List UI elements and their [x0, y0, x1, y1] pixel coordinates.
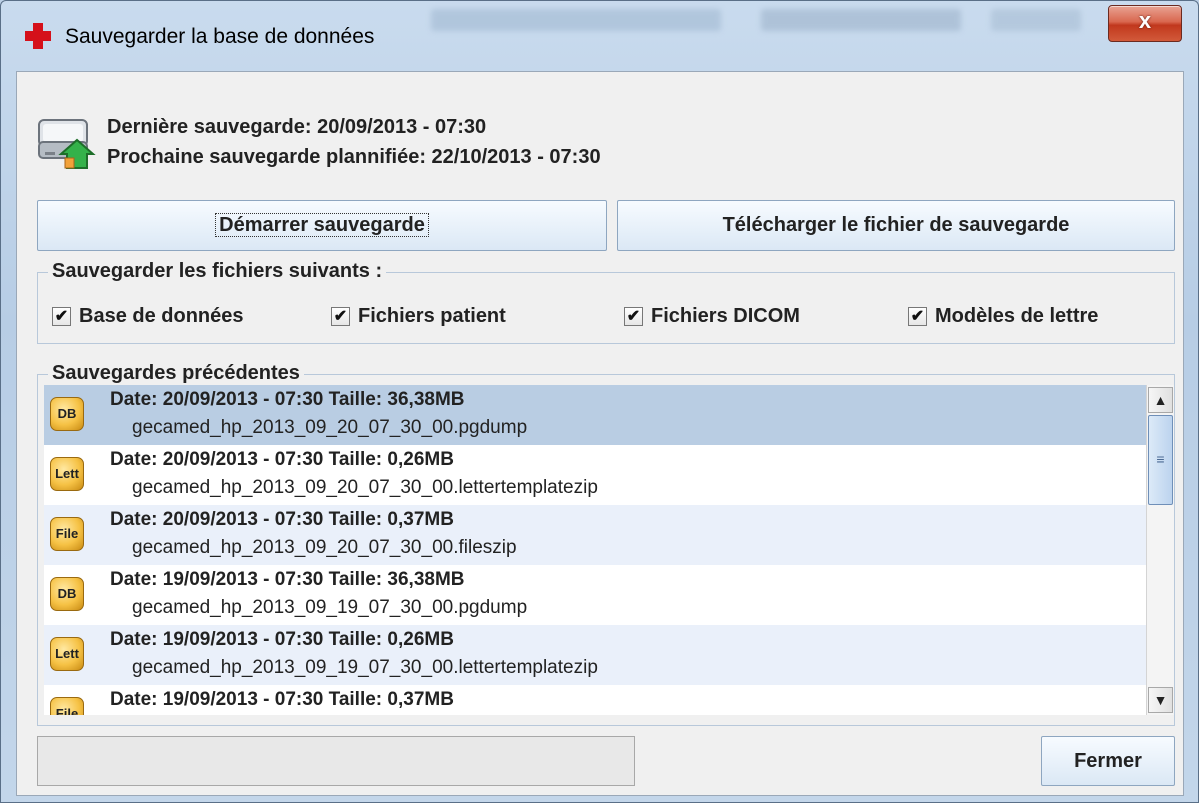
close-button-label: Fermer: [1074, 750, 1142, 772]
checkbox-patient-files[interactable]: ✔ Fichiers patient: [331, 305, 506, 328]
backup-dialog: Sauvegarder la base de données x Dernièr…: [0, 0, 1199, 803]
backup-filename: gecamed_hp_2013_09_20_07_30_00.lettertem…: [132, 477, 598, 498]
list-item[interactable]: Lett Date: 19/09/2013 - 07:30 Taille: 0,…: [44, 625, 1152, 685]
backup-filename: gecamed_hp_2013_09_20_07_30_00.pgdump: [132, 417, 528, 438]
previous-backups-group: Sauvegardes précédentes DB Date: 20/09/2…: [37, 362, 1175, 726]
dialog-content: Dernière sauvegarde: 20/09/2013 - 07:30 …: [16, 71, 1184, 796]
scroll-up-arrow-icon[interactable]: ▲: [1148, 387, 1173, 413]
db-file-icon: DB: [50, 397, 84, 431]
backup-date-size: Date: 20/09/2013 - 07:30 Taille: 0,26MB: [110, 449, 454, 470]
download-backup-label: Télécharger le fichier de sauvegarde: [722, 214, 1070, 236]
check-icon: ✔: [52, 307, 71, 326]
backup-date-size: Date: 20/09/2013 - 07:30 Taille: 36,38MB: [110, 389, 465, 410]
db-file-icon: DB: [50, 577, 84, 611]
start-backup-label: Démarrer sauvegarde: [215, 213, 429, 237]
checkbox-patient-files-label: Fichiers patient: [358, 305, 506, 327]
app-cross-icon: [25, 23, 51, 49]
checkbox-database-label: Base de données: [79, 305, 244, 327]
download-backup-button[interactable]: Télécharger le fichier de sauvegarde: [617, 200, 1175, 251]
backup-date-size: Date: 19/09/2013 - 07:30 Taille: 36,38MB: [110, 569, 465, 590]
last-backup-text: Dernière sauvegarde: 20/09/2013 - 07:30: [107, 116, 487, 138]
start-backup-button[interactable]: Démarrer sauvegarde: [37, 200, 607, 251]
files-archive-icon: File: [50, 517, 84, 551]
list-scrollbar[interactable]: ▲ ≡ ▼: [1146, 385, 1174, 715]
backup-drive-icon: [38, 119, 96, 169]
list-item[interactable]: Lett Date: 20/09/2013 - 07:30 Taille: 0,…: [44, 445, 1152, 505]
list-item[interactable]: File Date: 19/09/2013 - 07:30 Taille: 0,…: [44, 685, 1152, 715]
backup-filename: gecamed_hp_2013_09_20_07_30_00.fileszip: [132, 537, 517, 558]
files-group-legend: Sauvegarder les fichiers suivants :: [48, 260, 387, 283]
letter-file-icon: Lett: [50, 637, 84, 671]
checkbox-dicom-files[interactable]: ✔ Fichiers DICOM: [624, 305, 800, 328]
backup-filename: gecamed_hp_2013_09_19_07_30_00.pgdump: [132, 597, 528, 618]
check-icon: ✔: [331, 307, 350, 326]
backup-date-size: Date: 19/09/2013 - 07:30 Taille: 0,26MB: [110, 629, 454, 650]
title-bar[interactable]: Sauvegarder la base de données x: [1, 1, 1198, 71]
checkbox-letter-templates-label: Modèles de lettre: [935, 305, 1099, 327]
previous-backups-list[interactable]: DB Date: 20/09/2013 - 07:30 Taille: 36,3…: [44, 385, 1152, 715]
check-icon: ✔: [908, 307, 927, 326]
backup-filename: gecamed_hp_2013_09_19_07_30_00.lettertem…: [132, 657, 598, 678]
checkbox-dicom-files-label: Fichiers DICOM: [651, 305, 800, 327]
next-backup-text: Prochaine sauvegarde plannifiée: 22/10/2…: [107, 146, 601, 168]
backup-date-size: Date: 19/09/2013 - 07:30 Taille: 0,37MB: [110, 689, 454, 710]
scroll-down-arrow-icon[interactable]: ▼: [1148, 687, 1173, 713]
checkbox-letter-templates[interactable]: ✔ Modèles de lettre: [908, 305, 1098, 328]
status-field: [37, 736, 635, 786]
window-close-button[interactable]: x: [1108, 5, 1182, 42]
list-item[interactable]: File Date: 20/09/2013 - 07:30 Taille: 0,…: [44, 505, 1152, 565]
close-icon: x: [1138, 8, 1152, 33]
scrollbar-thumb[interactable]: ≡: [1148, 415, 1173, 505]
close-button[interactable]: Fermer: [1041, 736, 1175, 786]
previous-backups-legend: Sauvegardes précédentes: [48, 362, 304, 385]
checkbox-database[interactable]: ✔ Base de données: [52, 305, 244, 328]
files-to-backup-group: Sauvegarder les fichiers suivants : ✔ Ba…: [37, 260, 1175, 344]
window-title: Sauvegarder la base de données: [65, 25, 375, 48]
check-icon: ✔: [624, 307, 643, 326]
backup-date-size: Date: 20/09/2013 - 07:30 Taille: 0,37MB: [110, 509, 454, 530]
list-item[interactable]: DB Date: 20/09/2013 - 07:30 Taille: 36,3…: [44, 385, 1152, 445]
list-item[interactable]: DB Date: 19/09/2013 - 07:30 Taille: 36,3…: [44, 565, 1152, 625]
files-archive-icon: File: [50, 697, 84, 715]
letter-file-icon: Lett: [50, 457, 84, 491]
